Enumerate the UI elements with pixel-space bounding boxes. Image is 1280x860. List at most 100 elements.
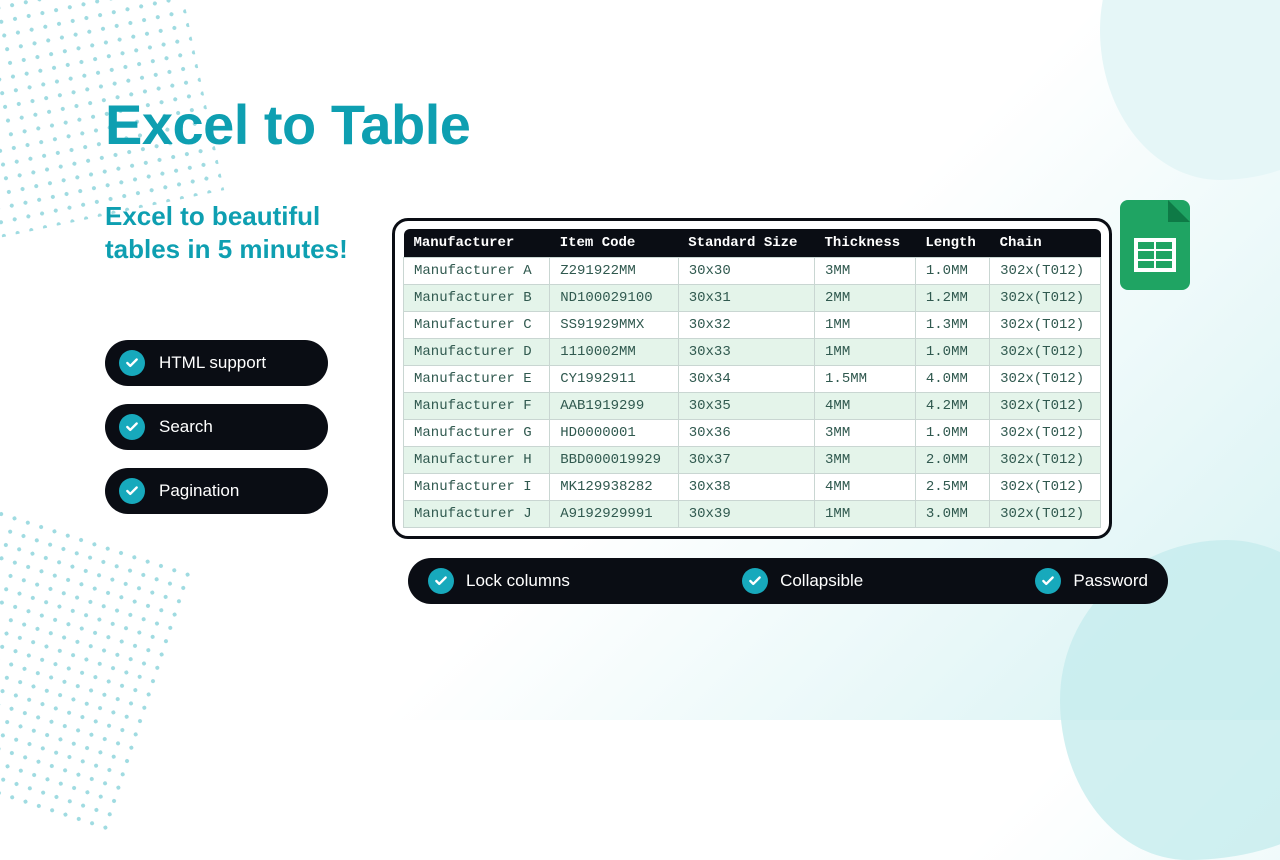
table-cell: Manufacturer B — [404, 285, 550, 312]
table-cell: CY1992911 — [550, 366, 679, 393]
feature-pill-collapsible: Collapsible — [742, 568, 863, 594]
table-cell: 1.3MM — [915, 312, 989, 339]
check-icon — [119, 478, 145, 504]
table-cell: 30x37 — [678, 447, 814, 474]
table-cell: 2MM — [815, 285, 916, 312]
col-header: Chain — [990, 229, 1101, 258]
table-row: Manufacturer GHD000000130x363MM1.0MM302x… — [404, 420, 1101, 447]
table-cell: 30x34 — [678, 366, 814, 393]
table-row: Manufacturer CSS91929MMX30x321MM1.3MM302… — [404, 312, 1101, 339]
feature-label: Collapsible — [780, 571, 863, 591]
table-cell: 30x33 — [678, 339, 814, 366]
table-row: Manufacturer D1110002MM30x331MM1.0MM302x… — [404, 339, 1101, 366]
table-cell: MK129938282 — [550, 474, 679, 501]
table-row: Manufacturer IMK12993828230x384MM2.5MM30… — [404, 474, 1101, 501]
table-cell: 302x(T012) — [990, 447, 1101, 474]
check-icon — [428, 568, 454, 594]
bottom-feature-row: Lock columns Collapsible Password — [408, 558, 1168, 604]
table-row: Manufacturer HBBD00001992930x373MM2.0MM3… — [404, 447, 1101, 474]
table-cell: Manufacturer F — [404, 393, 550, 420]
col-header: Length — [915, 229, 989, 258]
table-cell: 1.0MM — [915, 420, 989, 447]
table-cell: 302x(T012) — [990, 339, 1101, 366]
table-cell: 302x(T012) — [990, 366, 1101, 393]
table-cell: 4.2MM — [915, 393, 989, 420]
table-cell: 302x(T012) — [990, 420, 1101, 447]
check-icon — [1035, 568, 1061, 594]
feature-pill-password: Password — [1035, 568, 1148, 594]
feature-pill-pagination: Pagination — [105, 468, 328, 514]
table-cell: 30x35 — [678, 393, 814, 420]
table-cell: 30x39 — [678, 501, 814, 528]
table-cell: ND100029100 — [550, 285, 679, 312]
feature-label: Pagination — [159, 481, 239, 501]
table-cell: 4MM — [815, 474, 916, 501]
table-row: Manufacturer AZ291922MM30x303MM1.0MM302x… — [404, 258, 1101, 285]
table-cell: 3MM — [815, 258, 916, 285]
table-cell: Manufacturer G — [404, 420, 550, 447]
table-cell: 3MM — [815, 420, 916, 447]
table-cell: AAB1919299 — [550, 393, 679, 420]
table-cell: HD0000001 — [550, 420, 679, 447]
table-cell: Manufacturer D — [404, 339, 550, 366]
table-cell: Manufacturer I — [404, 474, 550, 501]
table-cell: 30x32 — [678, 312, 814, 339]
table-cell: Manufacturer C — [404, 312, 550, 339]
table-cell: Z291922MM — [550, 258, 679, 285]
decorative-dots — [0, 484, 196, 837]
table-cell: 4.0MM — [915, 366, 989, 393]
table-cell: 1110002MM — [550, 339, 679, 366]
table-cell: 30x31 — [678, 285, 814, 312]
table-cell: 3.0MM — [915, 501, 989, 528]
table-cell: 30x38 — [678, 474, 814, 501]
table-cell: 30x30 — [678, 258, 814, 285]
data-table-panel: Manufacturer Item Code Standard Size Thi… — [392, 218, 1112, 539]
page-subtitle: Excel to beautiful tables in 5 minutes! — [105, 200, 375, 265]
feature-label: Search — [159, 417, 213, 437]
check-icon — [119, 414, 145, 440]
table-cell: Manufacturer E — [404, 366, 550, 393]
feature-label: HTML support — [159, 353, 266, 373]
table-cell: 2.0MM — [915, 447, 989, 474]
check-icon — [119, 350, 145, 376]
col-header: Standard Size — [678, 229, 814, 258]
feature-label: Lock columns — [466, 571, 570, 591]
table-cell: 302x(T012) — [990, 258, 1101, 285]
feature-label: Password — [1073, 571, 1148, 591]
table-cell: 1.2MM — [915, 285, 989, 312]
table-header-row: Manufacturer Item Code Standard Size Thi… — [404, 229, 1101, 258]
table-row: Manufacturer BND10002910030x312MM1.2MM30… — [404, 285, 1101, 312]
table-cell: 1MM — [815, 339, 916, 366]
col-header: Item Code — [550, 229, 679, 258]
table-cell: 1.0MM — [915, 258, 989, 285]
table-cell: 30x36 — [678, 420, 814, 447]
table-cell: 1.5MM — [815, 366, 916, 393]
table-cell: 1MM — [815, 312, 916, 339]
table-cell: Manufacturer J — [404, 501, 550, 528]
table-row: Manufacturer ECY199291130x341.5MM4.0MM30… — [404, 366, 1101, 393]
feature-pill-lock-columns: Lock columns — [428, 568, 570, 594]
table-cell: 4MM — [815, 393, 916, 420]
data-table: Manufacturer Item Code Standard Size Thi… — [403, 229, 1101, 528]
table-cell: 302x(T012) — [990, 501, 1101, 528]
table-cell: 2.5MM — [915, 474, 989, 501]
table-cell: 3MM — [815, 447, 916, 474]
check-icon — [742, 568, 768, 594]
table-cell: 302x(T012) — [990, 285, 1101, 312]
page-title: Excel to Table — [105, 92, 470, 157]
table-cell: A9192929991 — [550, 501, 679, 528]
table-cell: Manufacturer H — [404, 447, 550, 474]
table-cell: 1MM — [815, 501, 916, 528]
table-cell: 302x(T012) — [990, 474, 1101, 501]
side-feature-list: HTML support Search Pagination — [105, 340, 328, 514]
spreadsheet-icon — [1120, 200, 1190, 290]
table-row: Manufacturer JA919292999130x391MM3.0MM30… — [404, 501, 1101, 528]
feature-pill-html-support: HTML support — [105, 340, 328, 386]
col-header: Thickness — [815, 229, 916, 258]
table-row: Manufacturer FAAB191929930x354MM4.2MM302… — [404, 393, 1101, 420]
table-cell: BBD000019929 — [550, 447, 679, 474]
table-cell: 302x(T012) — [990, 312, 1101, 339]
table-cell: 302x(T012) — [990, 393, 1101, 420]
col-header: Manufacturer — [404, 229, 550, 258]
table-cell: 1.0MM — [915, 339, 989, 366]
